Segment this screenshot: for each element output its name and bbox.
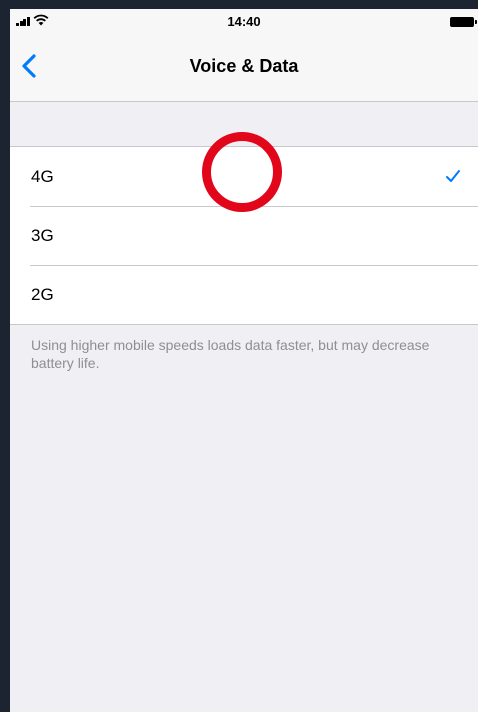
phone-screen: 14:40 Voice & Data 4G 3G 2G Using higher… <box>10 9 478 712</box>
status-time: 14:40 <box>227 14 261 29</box>
battery-icon <box>450 17 478 27</box>
tap-indicator-circle <box>202 132 282 212</box>
option-label: 2G <box>31 285 54 304</box>
option-label: 4G <box>31 167 54 186</box>
option-label: 3G <box>31 226 54 245</box>
page-title: Voice & Data <box>189 56 299 76</box>
checkmark-icon <box>446 170 460 182</box>
footer-note: Using higher mobile speeds loads data fa… <box>31 337 430 371</box>
option-2g[interactable]: 2G <box>10 265 478 324</box>
option-3g[interactable]: 3G <box>10 206 478 265</box>
status-bar: 14:40 <box>10 9 478 35</box>
navigation-bar: Voice & Data <box>10 35 478 102</box>
